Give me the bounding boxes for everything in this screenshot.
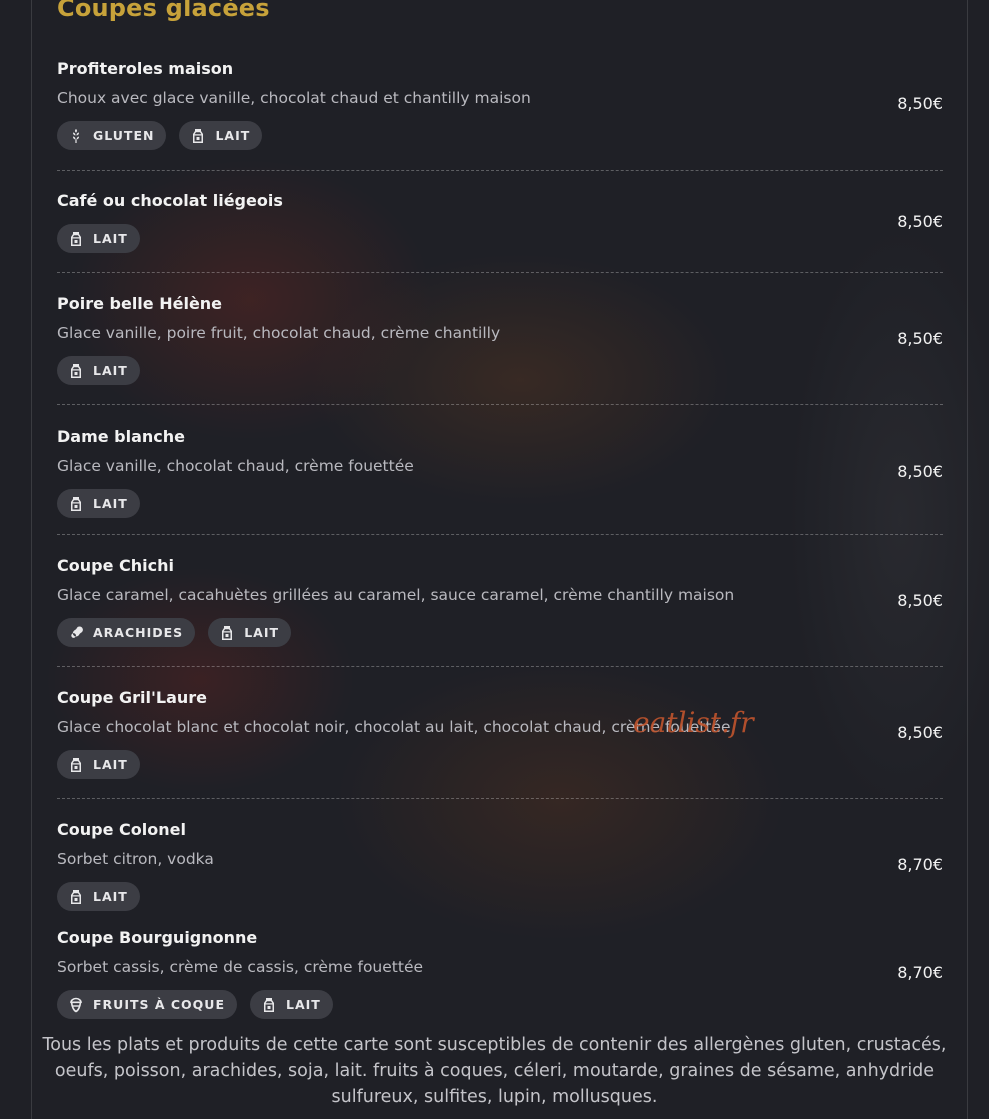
menu-item-coupe-chichi[interactable]: Coupe Chichi Glace caramel, cacahuètes g…: [57, 556, 943, 647]
item-price: 8,50€: [897, 212, 943, 231]
item-description: Sorbet citron, vodka: [57, 850, 214, 868]
section-title: Coupes glacées: [57, 0, 270, 22]
item-name: Profiteroles maison: [57, 59, 234, 78]
item-description: Choux avec glace vanille, chocolat chaud…: [57, 89, 531, 107]
allergen-label: LAIT: [93, 496, 128, 511]
item-description: Glace chocolat blanc et chocolat noir, c…: [57, 718, 731, 736]
wheat-icon: [68, 128, 84, 144]
item-price: 8,50€: [897, 462, 943, 481]
item-name: Dame blanche: [57, 427, 186, 446]
item-price: 8,70€: [897, 855, 943, 874]
allergen-tag-lait: LAIT: [250, 990, 333, 1019]
allergen-label: LAIT: [93, 363, 128, 378]
menu-item-coupe-bourguignonne[interactable]: Coupe Bourguignonne Sorbet cassis, crème…: [57, 928, 943, 1019]
allergen-tags: LAIT: [57, 224, 943, 253]
allergen-tag-fruits-a-coque: FRUITS À COQUE: [57, 990, 237, 1019]
allergen-tags: FRUITS À COQUE LAIT: [57, 990, 943, 1019]
milk-icon: [261, 997, 277, 1013]
item-name: Café ou chocolat liégeois: [57, 191, 283, 210]
watermark: eatlist.fr: [633, 706, 754, 739]
menu-item-coupe-gril-laure[interactable]: Coupe Gril'Laure Glace chocolat blanc et…: [57, 688, 943, 779]
item-description: Glace vanille, poire fruit, chocolat cha…: [57, 324, 501, 342]
allergen-tag-lait: LAIT: [57, 356, 140, 385]
item-name: Coupe Colonel: [57, 820, 186, 839]
allergen-label: LAIT: [93, 889, 128, 904]
allergen-tags: LAIT: [57, 489, 943, 518]
item-divider: [57, 170, 943, 171]
allergen-tag-lait: LAIT: [208, 618, 292, 647]
allergen-tag-arachides: ARACHIDES: [57, 618, 196, 647]
item-name: Coupe Bourguignonne: [57, 928, 258, 947]
allergen-label: LAIT: [215, 128, 251, 143]
allergen-label: LAIT: [93, 231, 128, 246]
item-name: Coupe Gril'Laure: [57, 688, 208, 707]
milk-icon: [68, 496, 84, 512]
item-description: Sorbet cassis, crème de cassis, crème fo…: [57, 958, 424, 976]
item-divider: [57, 534, 943, 535]
allergen-tag-lait: LAIT: [57, 750, 140, 779]
allergen-label: LAIT: [286, 997, 321, 1012]
item-divider: [57, 404, 943, 405]
allergen-tag-lait: LAIT: [57, 489, 140, 518]
allergen-label: LAIT: [244, 625, 280, 640]
menu-item-profiteroles[interactable]: Profiteroles maison Choux avec glace van…: [57, 59, 943, 150]
menu-item-poire-belle-helene[interactable]: Poire belle Hélène Glace vanille, poire …: [57, 294, 943, 385]
item-price: 8,50€: [897, 591, 943, 610]
allergen-tags: GLUTEN LAIT: [57, 121, 943, 150]
milk-icon: [190, 128, 206, 144]
allergen-tags: LAIT: [57, 356, 943, 385]
item-divider: [57, 666, 943, 667]
allergen-tags: LAIT: [57, 750, 943, 779]
allergen-label: GLUTEN: [93, 128, 155, 143]
item-divider: [57, 798, 943, 799]
allergen-tags: LAIT: [57, 882, 943, 911]
allergen-disclaimer: Tous les plats et produits de cette cart…: [42, 1035, 947, 1107]
item-description: Glace vanille, chocolat chaud, crème fou…: [57, 457, 414, 475]
allergen-tags: ARACHIDES LAIT: [57, 618, 943, 647]
allergen-tag-gluten: GLUTEN: [57, 121, 167, 150]
menu-item-liegeois[interactable]: Café ou chocolat liégeois 8,50€ LAIT: [57, 191, 943, 253]
item-price: 8,70€: [897, 963, 943, 982]
allergen-tag-lait: LAIT: [57, 882, 140, 911]
milk-icon: [68, 231, 84, 247]
item-divider: [57, 272, 943, 273]
nut-icon: [68, 997, 84, 1013]
peanut-icon: [68, 625, 84, 641]
item-name: Poire belle Hélène: [57, 294, 223, 313]
item-description: Glace caramel, cacahuètes grillées au ca…: [57, 586, 735, 604]
milk-icon: [68, 363, 84, 379]
right-frame-line: [967, 0, 968, 1119]
menu-page: Coupes glacées Profiteroles maison Choux…: [0, 0, 989, 1119]
left-frame-line: [31, 0, 32, 1119]
allergen-label: LAIT: [93, 757, 128, 772]
allergen-tag-lait: LAIT: [57, 224, 140, 253]
menu-item-dame-blanche[interactable]: Dame blanche Glace vanille, chocolat cha…: [57, 427, 943, 518]
milk-icon: [68, 757, 84, 773]
item-price: 8,50€: [897, 329, 943, 348]
allergen-label: ARACHIDES: [93, 625, 184, 640]
allergen-label: FRUITS À COQUE: [93, 997, 225, 1012]
menu-item-coupe-colonel[interactable]: Coupe Colonel Sorbet citron, vodka 8,70€…: [57, 820, 943, 911]
item-name: Coupe Chichi: [57, 556, 174, 575]
milk-icon: [219, 625, 235, 641]
item-price: 8,50€: [897, 94, 943, 113]
milk-icon: [68, 889, 84, 905]
item-price: 8,50€: [897, 723, 943, 742]
allergen-tag-lait: LAIT: [179, 121, 263, 150]
